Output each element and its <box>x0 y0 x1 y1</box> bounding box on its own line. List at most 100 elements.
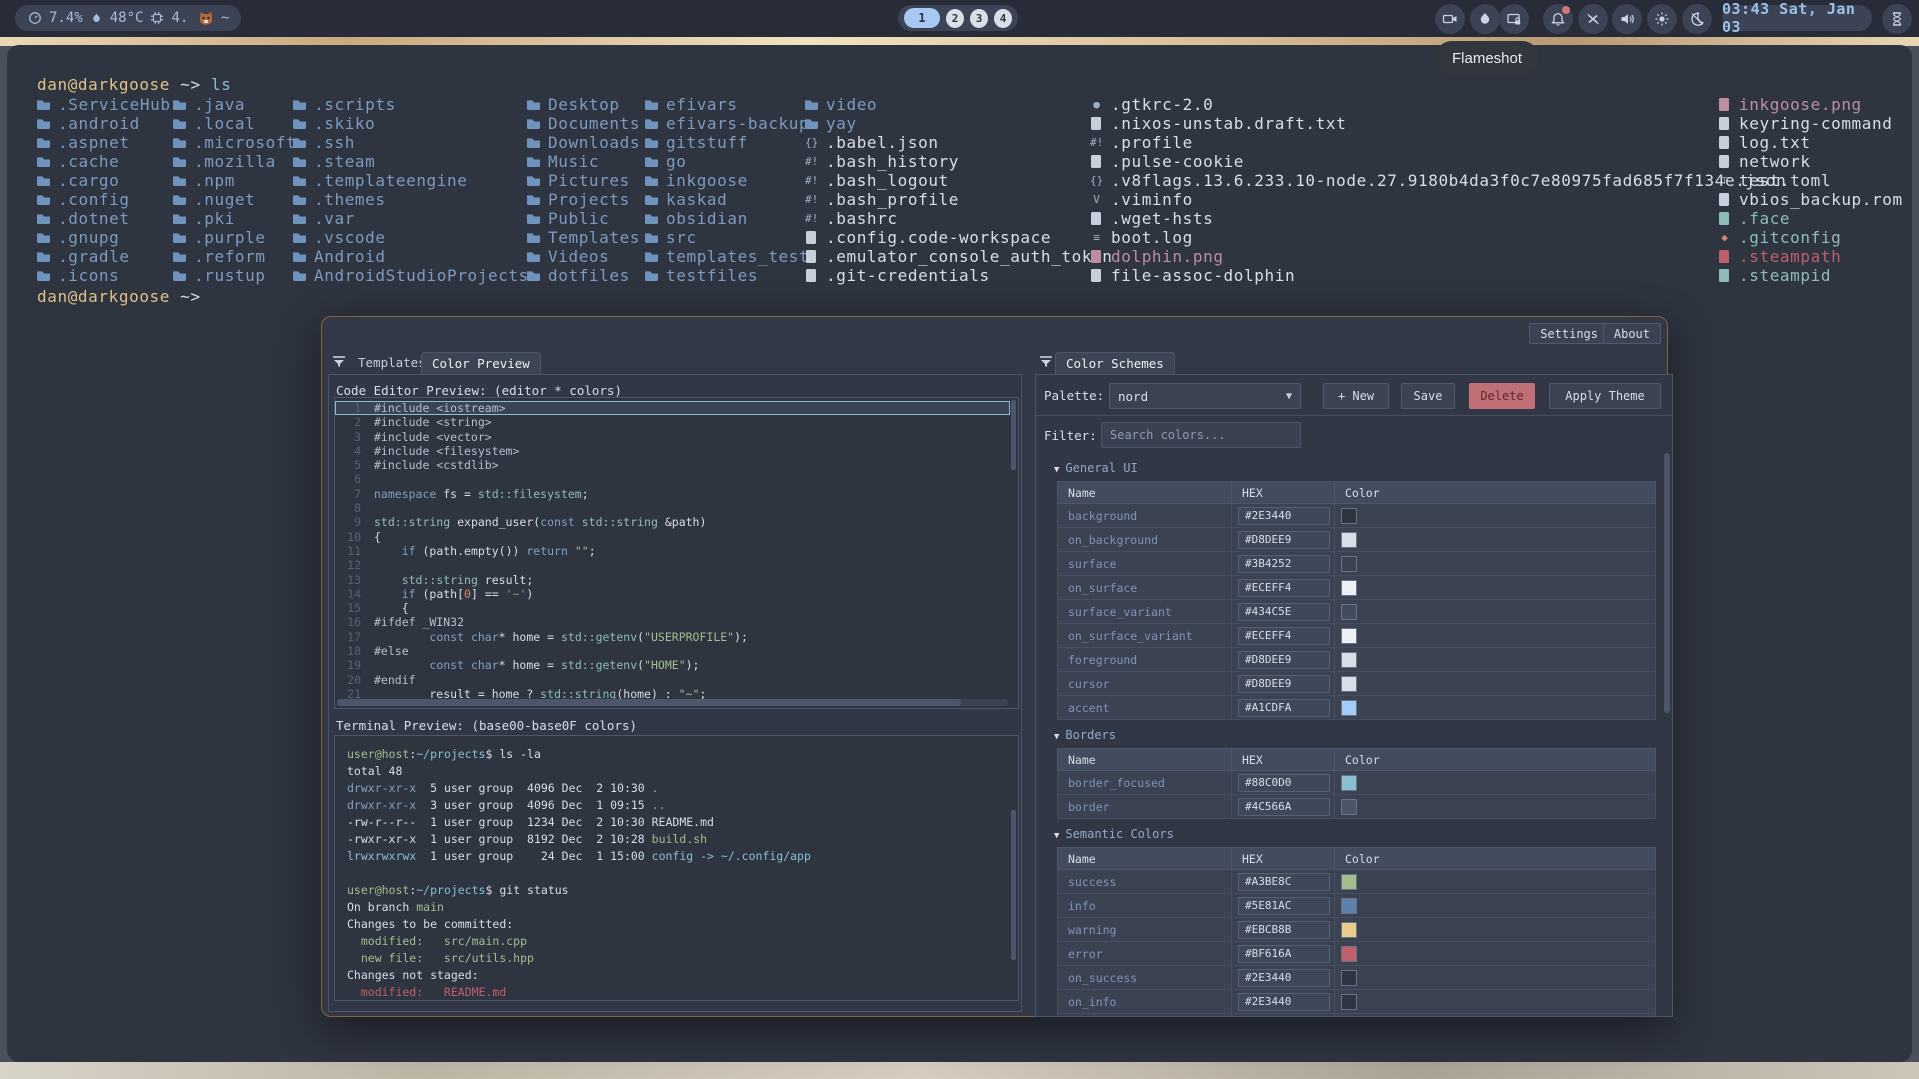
color-swatch[interactable] <box>1341 604 1357 620</box>
terminal-token: .. <box>652 798 666 812</box>
workspace-3[interactable]: 3 <box>970 9 988 28</box>
color-swatch[interactable] <box>1341 628 1357 644</box>
line-number: 1 <box>335 401 361 415</box>
color-swatch[interactable] <box>1341 532 1357 548</box>
palette-label: Palette: <box>1044 388 1104 403</box>
volume-icon[interactable] <box>1612 4 1642 34</box>
save-button[interactable]: Save <box>1401 383 1455 409</box>
color-swatch[interactable] <box>1341 922 1357 938</box>
hex-value-input[interactable]: #D8DEE9 <box>1238 651 1330 669</box>
code-editor-preview[interactable]: 1#include <iostream>2#include <string>3#… <box>334 397 1019 709</box>
file-name: .bash_history <box>826 152 959 171</box>
color-swatch[interactable] <box>1341 508 1357 524</box>
file-name: .v8flags.13.6.233.10-node.27.9180b4da3f0… <box>1111 171 1786 190</box>
code-token: "USERPROFILE" <box>644 630 734 644</box>
apply-theme-button[interactable]: Apply Theme <box>1549 383 1661 409</box>
file-name: .steam <box>314 152 375 171</box>
color-row: background#2E3440 <box>1058 504 1656 528</box>
workspace-1-active[interactable]: 1 <box>904 8 940 28</box>
file-entry: Documents <box>527 114 640 133</box>
file-name: .git-credentials <box>826 266 990 285</box>
color-swatch[interactable] <box>1341 556 1357 572</box>
filter-label: Filter: <box>1044 428 1097 443</box>
terminal-vertical-scrollbar[interactable] <box>1011 738 1016 996</box>
settings-button[interactable]: Settings <box>1529 323 1609 344</box>
flameshot-flame-icon[interactable] <box>1470 4 1500 34</box>
video-recorder-icon[interactable] <box>1435 4 1465 34</box>
color-swatch[interactable] <box>1341 994 1357 1010</box>
delete-button[interactable]: Delete <box>1469 383 1535 409</box>
palette-dropdown[interactable]: nord ▼ <box>1109 383 1301 409</box>
color-swatch[interactable] <box>1341 898 1357 914</box>
color-swatch[interactable] <box>1341 580 1357 596</box>
file-entry: .pki <box>173 209 296 228</box>
hex-value-input[interactable]: #4C566A <box>1238 798 1330 816</box>
panel-vertical-scrollbar[interactable] <box>1664 453 1670 1012</box>
hex-value-input[interactable]: #5E81AC <box>1238 897 1330 915</box>
clock[interactable]: 03:43 Sat, Jan 03 <box>1722 5 1872 31</box>
color-swatch[interactable] <box>1341 970 1357 986</box>
color-swatch[interactable] <box>1341 775 1357 791</box>
workspace-2[interactable]: 2 <box>946 9 964 28</box>
file-name: .nixos-unstab.draft.txt <box>1111 114 1346 133</box>
hex-value-input[interactable]: #D8DEE9 <box>1238 531 1330 549</box>
hex-value-input[interactable]: #EBCB8B <box>1238 921 1330 939</box>
file-name: .scripts <box>314 95 396 114</box>
hex-value-input[interactable]: #BF616A <box>1238 945 1330 963</box>
night-light-off-icon[interactable] <box>1682 4 1712 34</box>
color-swatch[interactable] <box>1341 874 1357 890</box>
about-button[interactable]: About <box>1603 323 1661 344</box>
hex-value-input[interactable]: #A3BE8C <box>1238 873 1330 891</box>
hex-value-input[interactable]: #ECEFF4 <box>1238 627 1330 645</box>
notifications-bell-icon[interactable] <box>1543 4 1573 34</box>
code-token: #include <string> <box>374 415 492 429</box>
hex-value-input[interactable]: #2E3440 <box>1238 507 1330 525</box>
hex-value-input[interactable]: #88C0D0 <box>1238 774 1330 792</box>
hex-value-input[interactable]: #2E3440 <box>1238 993 1330 1011</box>
color-swatch[interactable] <box>1341 700 1357 716</box>
folder-icon <box>645 137 658 148</box>
editor-horizontal-scrollbar[interactable] <box>337 699 1008 706</box>
terminal-token: $ <box>486 883 500 897</box>
hex-value-input[interactable]: #2E3440 <box>1238 969 1330 987</box>
collapse-funnel-icon[interactable] <box>332 356 346 368</box>
hex-value-input[interactable]: #3B4252 <box>1238 555 1330 573</box>
color-filter-input[interactable] <box>1101 422 1301 448</box>
tab-color-preview[interactable]: Color Preview <box>421 352 541 374</box>
code-token <box>374 544 402 558</box>
code-line: 14 if (path[0] == '~') <box>335 587 1010 601</box>
hex-value-input[interactable]: #434C5E <box>1238 603 1330 621</box>
tab-color-schemes[interactable]: Color Schemes <box>1055 352 1175 374</box>
hex-value-input[interactable]: #D8DEE9 <box>1238 675 1330 693</box>
color-swatch[interactable] <box>1341 799 1357 815</box>
tray-hourglass-icon[interactable] <box>1882 4 1912 34</box>
terminal-preview[interactable]: user@host:~/projects$ ls -latotal 48drwx… <box>334 735 1019 1001</box>
color-swatch[interactable] <box>1341 652 1357 668</box>
section-title[interactable]: ▼General UI <box>1054 461 1660 475</box>
workspace-4[interactable]: 4 <box>994 9 1012 28</box>
screenshot-lock-icon[interactable] <box>1499 4 1529 34</box>
file-entry: keyring-command <box>1718 114 1903 133</box>
home-directory-pill[interactable]: ~ <box>186 5 241 31</box>
brightness-sun-icon[interactable] <box>1647 4 1677 34</box>
color-name: accent <box>1058 696 1232 720</box>
bluetooth-off-icon[interactable] <box>1578 4 1608 34</box>
file-name: .gradle <box>58 247 130 266</box>
line-number: 18 <box>335 644 361 658</box>
color-swatch[interactable] <box>1341 676 1357 692</box>
file-entry: .steampath <box>1718 247 1903 266</box>
color-row: accent #A1CDFA <box>1058 696 1656 720</box>
collapse-funnel-icon[interactable] <box>1039 356 1053 368</box>
new-palette-button[interactable]: + New <box>1323 383 1389 409</box>
color-swatch[interactable] <box>1341 946 1357 962</box>
color-row: warning#EBCB8B <box>1058 918 1656 942</box>
code-token: fs = <box>436 487 478 501</box>
hex-value-input[interactable]: #ECEFF4 <box>1238 579 1330 597</box>
file-name: .purple <box>194 228 266 247</box>
section-title[interactable]: ▼Semantic Colors <box>1054 827 1660 841</box>
editor-vertical-scrollbar[interactable] <box>1011 400 1016 696</box>
file-name: .face <box>1739 209 1790 228</box>
hex-value-input[interactable]: #A1CDFA <box>1238 699 1330 717</box>
terminal-token: modified: src/main.cpp <box>347 934 527 948</box>
section-title[interactable]: ▼Borders <box>1054 728 1660 742</box>
